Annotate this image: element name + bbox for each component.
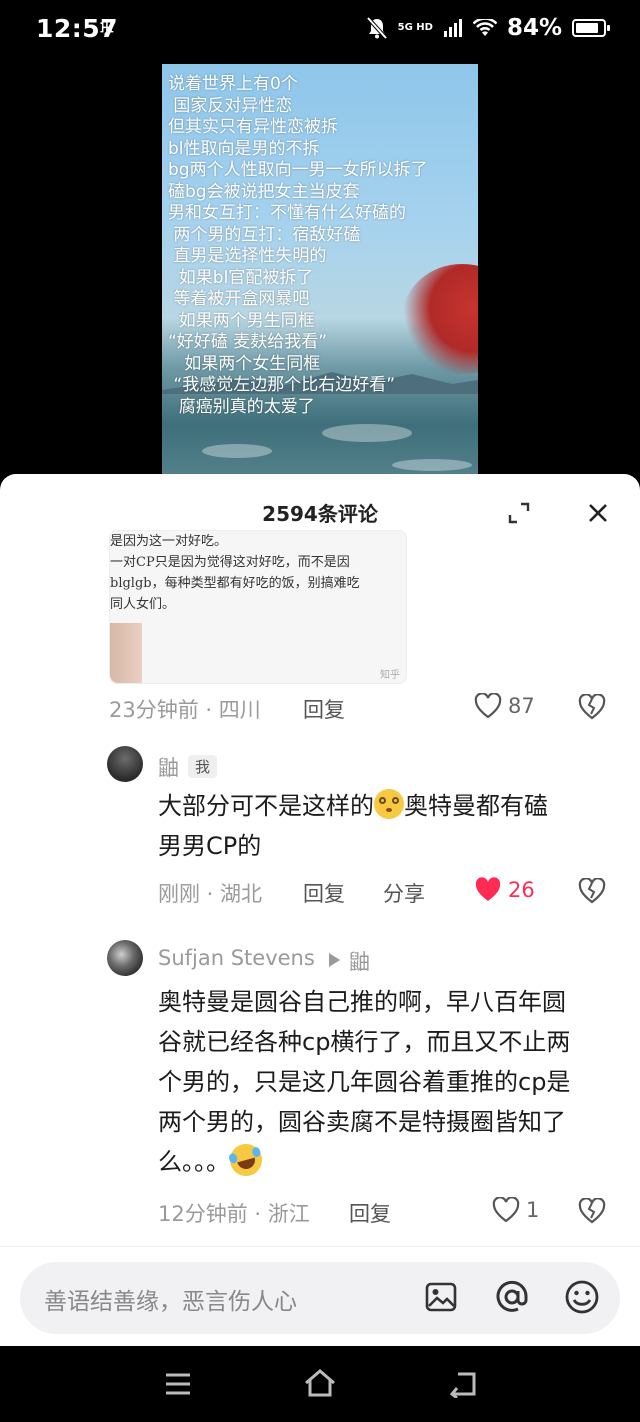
caption-line: 男和女互打：不懂有什么好磕的 — [168, 203, 406, 223]
like-count: 1 — [526, 1198, 540, 1222]
comment-text-line: 两个男的，圆谷卖腐不是特摄圈皆知了 — [158, 1108, 566, 1136]
comment-meta: 12分钟前 · 浙江 — [158, 1202, 310, 1226]
comment-text: 大部分可不是这样的 奥特曼都有磕 男男CP的 — [158, 786, 548, 866]
status-bar: 12:57 ♅ 5G HD 84% — [0, 0, 640, 62]
comment-input-bar[interactable]: 善语结善缘，恶言伤人心 — [20, 1262, 620, 1334]
back-icon[interactable] — [448, 1370, 478, 1398]
caption-line: bg两个人性取向一男一女所以拆了 — [168, 160, 428, 180]
image-text-line: 一对CP只是因为觉得这对好吃，而不是因 — [110, 555, 350, 570]
dislike-broken-heart-icon[interactable] — [578, 694, 606, 720]
reply-button[interactable]: 回复 — [303, 694, 345, 724]
emoji-smiley-icon[interactable] — [564, 1279, 600, 1315]
caption-line: 磕bg会被说把女主当皮套 — [168, 181, 360, 202]
battery-level — [576, 23, 598, 33]
comment-text: 奥特曼是圆谷自己推的啊，早八百年圆 谷就已经各种cp横行了，而且又不止两 个男的，只… — [158, 982, 570, 1182]
heart-outline-icon — [492, 1197, 520, 1223]
me-badge: 我 — [188, 755, 218, 778]
caption-line: 如果bl官配被拆了 — [168, 267, 314, 288]
comment-image-attachment[interactable]: 是因为这一对好吃。一对CP只是因为觉得这对好吃，而不是因 blglgb，每种类型都… — [109, 530, 407, 684]
reply-to-author[interactable]: 鼬 — [349, 946, 370, 976]
caption-line: 直男是选择性失明的 — [168, 246, 327, 266]
caption-line: 国家反对异性恋 — [168, 95, 293, 116]
heart-filled-icon — [475, 877, 501, 901]
caption-line: 如果两个男生同框 — [168, 310, 315, 331]
system-nav-bar — [0, 1346, 640, 1422]
signal-icon — [443, 19, 462, 37]
wave-foam — [392, 459, 472, 471]
image-watermark: 知乎 — [380, 670, 400, 681]
status-right-group: 5G HD 84% — [366, 15, 610, 41]
video-player[interactable]: 说着世界上有0个 国家反对异性恋 但其实只有异性恋被拆 bl性取向是男的不拆 bg两个… — [162, 64, 478, 474]
image-text-line: 是因为这一对好吃。 — [110, 534, 228, 549]
caption-line: 说着世界上有0个 — [168, 74, 298, 94]
comment-image-text: 是因为这一对好吃。一对CP只是因为觉得这对好吃，而不是因 blglgb，每种类型都… — [110, 531, 360, 615]
close-icon[interactable] — [587, 502, 609, 524]
battery-percent: 84% — [506, 15, 562, 41]
battery-icon — [572, 19, 610, 37]
comment-text-line: 奥特曼是圆谷自己推的啊，早八百年圆 — [158, 988, 566, 1016]
comment-input-placeholder[interactable]: 善语结善缘，恶言伤人心 — [44, 1282, 297, 1316]
network-type: 5G HD — [398, 23, 433, 33]
like-button[interactable]: 1 — [492, 1197, 539, 1223]
avatar[interactable] — [107, 746, 143, 782]
comments-count-title: 2594条评论 — [262, 502, 378, 526]
avatar[interactable] — [107, 940, 143, 976]
caption-line: 腐癌别真的太爱了 — [168, 396, 315, 417]
network-label: 5G HD — [397, 22, 433, 33]
caption-line: bl性取向是男的不拆 — [168, 138, 320, 159]
wifi-icon — [472, 19, 497, 36]
comment-author[interactable]: Sufjan Stevens — [158, 946, 315, 970]
video-caption: 说着世界上有0个 国家反对异性恋 但其实只有异性恋被拆 bl性取向是男的不拆 bg两个… — [168, 74, 428, 418]
share-button[interactable]: 分享 — [383, 878, 425, 908]
comment-text-part: 大部分可不是这样的 — [158, 792, 374, 820]
blush-emoji-icon — [374, 789, 404, 819]
like-count: 87 — [508, 694, 535, 718]
caption-line: 等着被开盒网暴吧 — [168, 289, 310, 309]
comments-sheet: 2594条评论 是因为这一对好吃。一对CP只是因为觉得这对好吃，而不是因 blgl… — [0, 474, 640, 1346]
image-text-line: 同人女们。 — [110, 597, 176, 612]
home-icon[interactable] — [303, 1368, 337, 1398]
reply-arrow-icon — [329, 953, 340, 967]
laughing-tears-emoji-icon — [226, 1140, 266, 1180]
divider — [0, 1246, 640, 1247]
mention-at-icon[interactable] — [494, 1279, 530, 1315]
expand-icon[interactable] — [507, 501, 531, 525]
comment-text-line: 个男的，只是这几年圆谷着重推的cp是 — [158, 1068, 571, 1096]
heart-outline-icon — [474, 693, 502, 719]
wave-foam — [202, 444, 272, 458]
notification-glyph-icon: ♅ — [98, 18, 116, 42]
image-text-line: blglgb，每种类型都有好吃的饭，别搞难吃 — [110, 576, 360, 591]
caption-line: 两个男的互打：宿敌好磕 — [168, 224, 361, 245]
comment-text-line: 谷就已经各种cp横行了，而且又不止两 — [158, 1028, 571, 1056]
caption-line: 如果两个女生同框 — [168, 353, 321, 374]
caption-line: 但其实只有异性恋被拆 — [168, 117, 338, 137]
menu-icon[interactable] — [164, 1372, 192, 1396]
comment-text-part: 奥特曼都有磕 — [404, 792, 548, 820]
reply-button[interactable]: 回复 — [303, 878, 345, 908]
like-button[interactable]: 26 — [474, 877, 535, 903]
comment-image-face — [110, 623, 142, 683]
comment-text-part: 么。。。 — [158, 1148, 230, 1176]
comment-text-part: 男男CP的 — [158, 832, 262, 860]
reply-button[interactable]: 回复 — [349, 1198, 391, 1228]
caption-line: “好好磕 麦麸给我看” — [168, 332, 328, 352]
dislike-broken-heart-icon[interactable] — [578, 878, 606, 904]
comment-author[interactable]: 鼬 — [158, 752, 179, 782]
mute-bell-icon — [366, 16, 388, 40]
like-count: 26 — [508, 878, 535, 902]
wave-foam — [322, 424, 412, 442]
image-picker-icon[interactable] — [424, 1280, 458, 1314]
dislike-broken-heart-icon[interactable] — [578, 1198, 606, 1224]
comment-meta: 刚刚 · 湖北 — [158, 882, 263, 906]
like-button[interactable]: 87 — [474, 693, 535, 719]
caption-line: “我感觉左边那个比右边好看” — [168, 375, 396, 395]
comment-meta: 23分钟前 · 四川 — [109, 698, 261, 722]
